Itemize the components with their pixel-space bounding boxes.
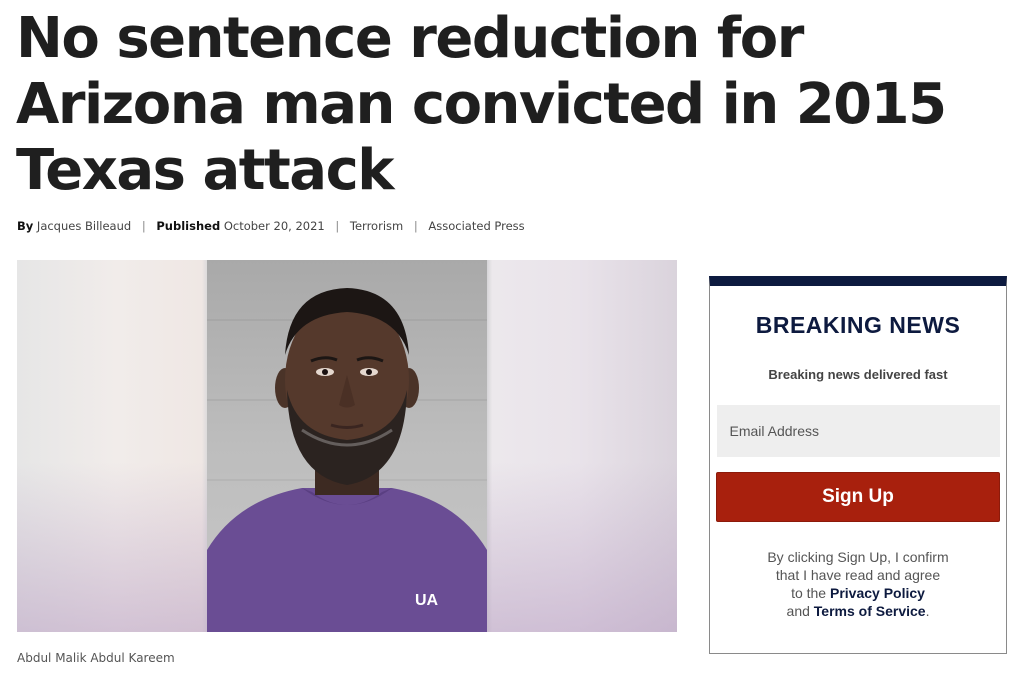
mugshot-image: UA: [207, 260, 487, 632]
legal-period: .: [925, 603, 930, 619]
legal-line-privacy: to the Privacy Policy: [710, 584, 1006, 602]
svg-text:UA: UA: [415, 592, 439, 609]
legal-prefix: and: [786, 603, 810, 619]
published-label: Published: [156, 219, 221, 233]
legal-prefix: to the: [791, 585, 827, 601]
publish-date: October 20, 2021: [223, 219, 325, 233]
legal-line-terms: and Terms of Service.: [710, 602, 1006, 620]
author-link[interactable]: Jacques Billeaud: [37, 219, 131, 233]
terms-of-service-link[interactable]: Terms of Service: [814, 603, 926, 619]
byline-separator: |: [335, 219, 340, 233]
signup-title: BREAKING NEWS: [755, 312, 961, 338]
byline-separator: |: [141, 219, 146, 233]
source-label: Associated Press: [428, 219, 525, 233]
article-byline: By Jacques Billeaud | Published October …: [17, 219, 525, 233]
photo-caption: Abdul Malik Abdul Kareem: [17, 651, 175, 665]
newsletter-signup-box: BREAKING NEWS Breaking news delivered fa…: [709, 276, 1007, 654]
legal-line: By clicking Sign Up, I confirm: [767, 549, 949, 565]
byline-separator: |: [413, 219, 418, 233]
privacy-policy-link[interactable]: Privacy Policy: [830, 585, 925, 601]
signup-legal-text: By clicking Sign Up, I confirm that I ha…: [710, 548, 1006, 620]
signup-subtitle: Breaking news delivered fast: [768, 367, 948, 382]
email-input[interactable]: [716, 405, 1000, 457]
sign-up-button[interactable]: Sign Up: [716, 472, 1000, 522]
article-headline: No sentence reduction for Arizona man co…: [16, 6, 947, 203]
category-link[interactable]: Terrorism: [350, 219, 403, 233]
portrait-illustration: UA: [207, 288, 487, 632]
article-photo: UA: [17, 260, 677, 632]
byline-by-label: By: [17, 219, 34, 233]
legal-line: that I have read and agree: [775, 567, 941, 583]
